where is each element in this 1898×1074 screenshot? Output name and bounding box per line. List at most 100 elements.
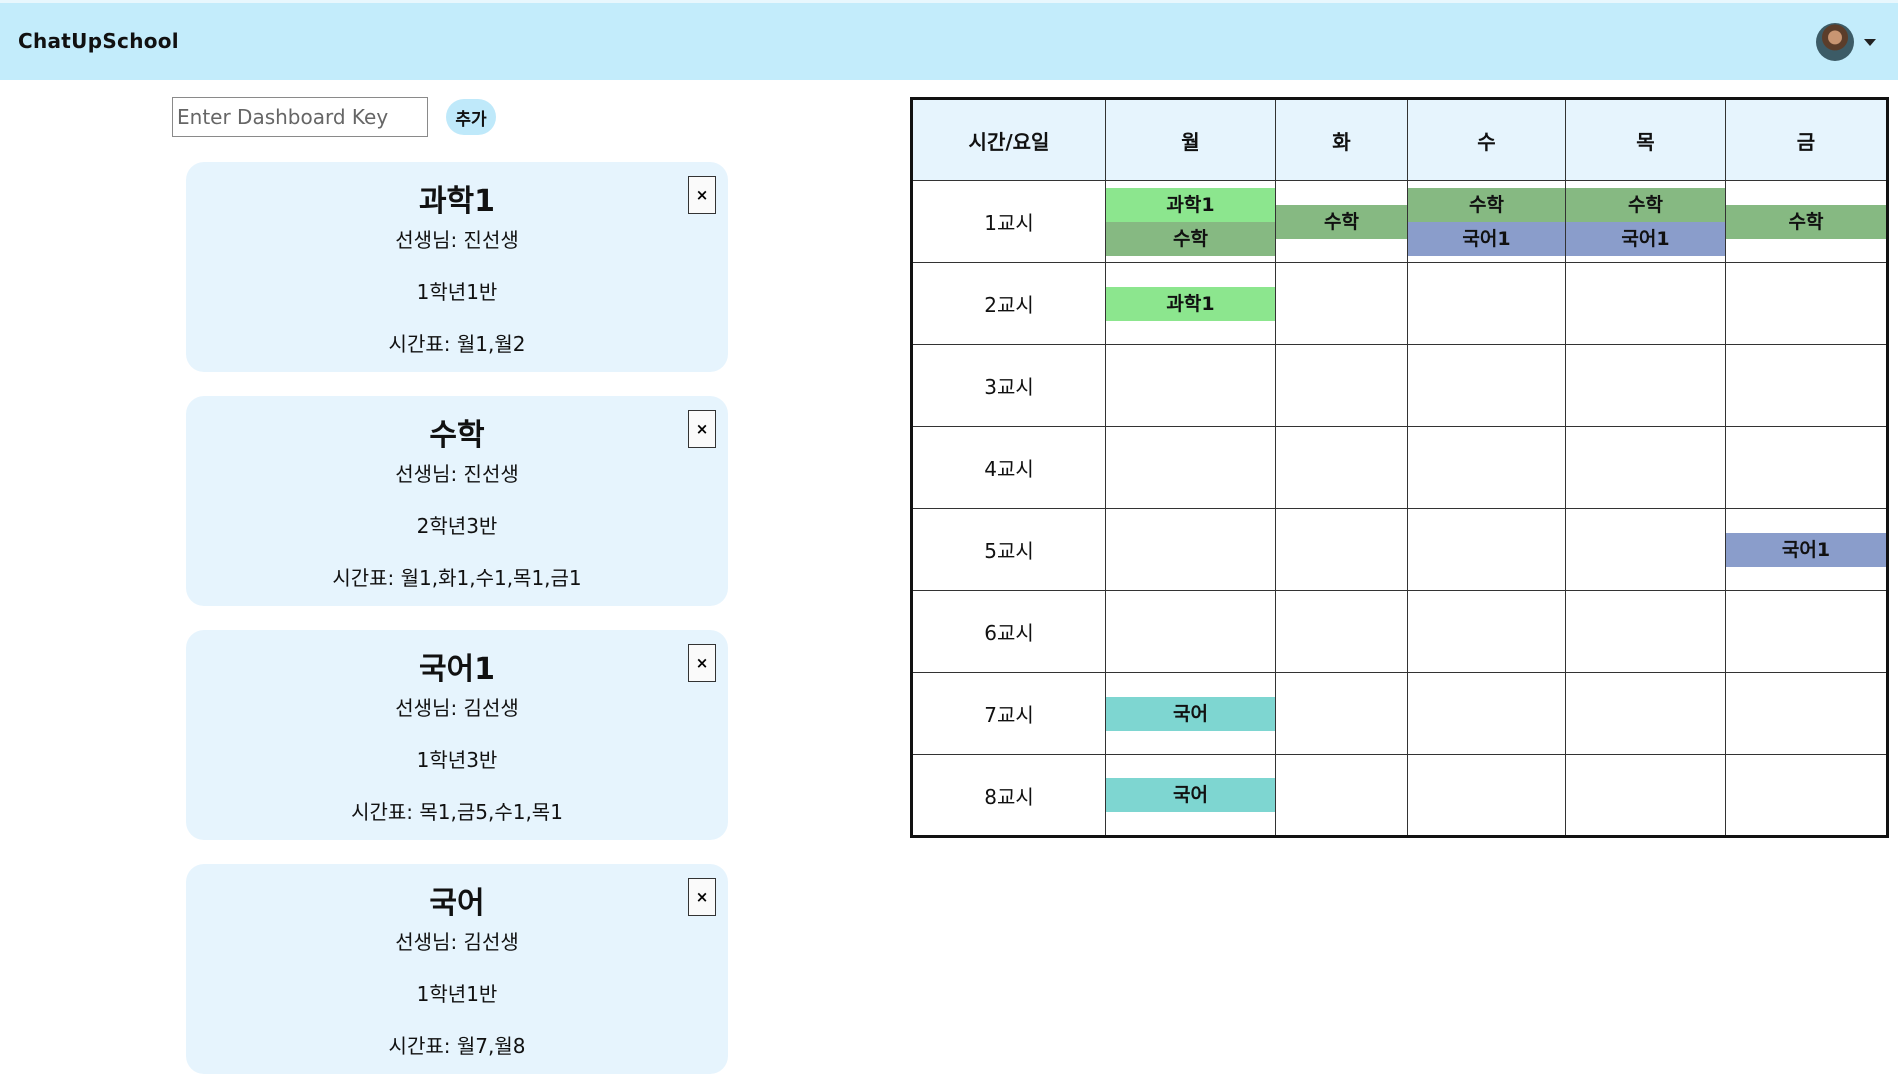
- timetable-cell[interactable]: [1105, 426, 1276, 509]
- course-schedule: 시간표: 월1,화1,수1,목1,금1: [332, 566, 582, 590]
- timetable-cell[interactable]: 국어: [1105, 672, 1276, 755]
- timetable-cell[interactable]: [1565, 344, 1726, 427]
- timetable-row: 3교시: [911, 344, 1888, 427]
- period-label: 8교시: [911, 754, 1106, 837]
- course-title: 국어: [429, 886, 485, 921]
- timetable-cell[interactable]: [1565, 754, 1726, 837]
- timetable-slot[interactable]: 수학: [1726, 204, 1886, 239]
- remove-course-button[interactable]: ×: [688, 176, 716, 214]
- timetable-cell[interactable]: [1725, 426, 1888, 509]
- timetable-cell[interactable]: [1565, 590, 1726, 673]
- timetable-corner-header: 시간/요일: [911, 98, 1106, 181]
- timetable-cell[interactable]: [1275, 426, 1408, 509]
- timetable-cell[interactable]: [1407, 508, 1566, 591]
- brand-logo[interactable]: ChatUpSchool: [18, 29, 179, 53]
- timetable-cell[interactable]: [1275, 672, 1408, 755]
- timetable-cell[interactable]: [1407, 262, 1566, 345]
- timetable-row: 5교시 국어1: [911, 508, 1888, 591]
- timetable-cell[interactable]: [1565, 426, 1726, 509]
- timetable-cell[interactable]: [1275, 754, 1408, 837]
- timetable-slot[interactable]: 국어1: [1408, 221, 1565, 256]
- timetable-cell[interactable]: [1725, 262, 1888, 345]
- course-schedule: 시간표: 월7,월8: [388, 1034, 526, 1058]
- course-teacher: 선생님: 김선생: [395, 930, 519, 954]
- timetable-slot[interactable]: 국어: [1106, 778, 1275, 812]
- day-header: 수: [1407, 98, 1566, 181]
- timetable-cell[interactable]: 수학 국어1: [1565, 180, 1726, 263]
- add-button[interactable]: 추가: [446, 99, 496, 135]
- timetable-slot[interactable]: 과학1: [1106, 187, 1275, 222]
- timetable-cell[interactable]: [1105, 344, 1276, 427]
- remove-course-button[interactable]: ×: [688, 410, 716, 448]
- timetable-slot[interactable]: 국어: [1106, 696, 1275, 731]
- timetable-header-row: 시간/요일 월 화 수 목 금: [911, 98, 1888, 181]
- timetable-cell[interactable]: [1105, 508, 1276, 591]
- course-card: 국어1 × 선생님: 김선생 1학년3반 시간표: 목1,금5,수1,목1: [186, 630, 728, 840]
- period-label: 6교시: [911, 590, 1106, 673]
- timetable-slot[interactable]: 과학1: [1106, 286, 1275, 321]
- chevron-down-icon[interactable]: [1864, 38, 1876, 46]
- timetable-slot[interactable]: 수학: [1106, 221, 1275, 256]
- timetable-cell[interactable]: [1407, 344, 1566, 427]
- course-title: 과학1: [418, 184, 496, 219]
- period-label: 7교시: [911, 672, 1106, 755]
- user-menu-toggle[interactable]: [1816, 23, 1876, 61]
- timetable-cell[interactable]: [1565, 672, 1726, 755]
- dashboard-key-input[interactable]: [172, 97, 428, 137]
- timetable-cell[interactable]: 과학1 수학: [1105, 180, 1276, 263]
- course-title: 국어1: [418, 652, 496, 687]
- timetable-row: 8교시 국어: [911, 754, 1888, 837]
- timetable-cell[interactable]: [1725, 590, 1888, 673]
- course-class: 2학년3반: [416, 514, 498, 538]
- timetable-row: 6교시: [911, 590, 1888, 673]
- timetable-cell[interactable]: [1407, 426, 1566, 509]
- timetable-cell[interactable]: [1275, 590, 1408, 673]
- timetable-cell[interactable]: 국어1: [1725, 508, 1888, 591]
- timetable-slot[interactable]: 수학: [1566, 187, 1725, 222]
- remove-course-button[interactable]: ×: [688, 644, 716, 682]
- timetable-cell[interactable]: [1407, 672, 1566, 755]
- period-label: 1교시: [911, 180, 1106, 263]
- day-header: 월: [1105, 98, 1276, 181]
- course-schedule: 시간표: 목1,금5,수1,목1: [351, 800, 563, 824]
- timetable-cell[interactable]: [1725, 344, 1888, 427]
- timetable-cell[interactable]: 국어: [1105, 754, 1276, 837]
- user-avatar[interactable]: [1816, 23, 1854, 61]
- day-header: 화: [1275, 98, 1408, 181]
- course-class: 1학년1반: [416, 280, 498, 304]
- timetable-cell[interactable]: [1275, 262, 1408, 345]
- course-teacher: 선생님: 진선생: [395, 462, 519, 486]
- top-navbar: ChatUpSchool: [0, 0, 1898, 80]
- timetable-cell[interactable]: [1105, 590, 1276, 673]
- timetable-slot[interactable]: 수학: [1276, 204, 1407, 239]
- timetable-slot[interactable]: 국어1: [1726, 532, 1886, 567]
- course-teacher: 선생님: 김선생: [395, 696, 519, 720]
- timetable-cell[interactable]: [1407, 754, 1566, 837]
- timetable-cell[interactable]: 수학: [1275, 180, 1408, 263]
- course-schedule: 시간표: 월1,월2: [388, 332, 526, 356]
- timetable-cell[interactable]: [1565, 508, 1726, 591]
- timetable-row: 7교시 국어: [911, 672, 1888, 755]
- timetable-cell[interactable]: [1275, 508, 1408, 591]
- timetable-cell[interactable]: [1725, 754, 1888, 837]
- timetable-cell[interactable]: 수학 국어1: [1407, 180, 1566, 263]
- remove-course-button[interactable]: ×: [688, 878, 716, 916]
- timetable-cell[interactable]: 과학1: [1105, 262, 1276, 345]
- timetable-row: 2교시 과학1: [911, 262, 1888, 345]
- timetable-cell[interactable]: [1275, 344, 1408, 427]
- timetable-cell[interactable]: [1407, 590, 1566, 673]
- period-label: 5교시: [911, 508, 1106, 591]
- timetable-row: 4교시: [911, 426, 1888, 509]
- period-label: 4교시: [911, 426, 1106, 509]
- course-title: 수학: [429, 418, 485, 453]
- timetable-slot[interactable]: 국어1: [1566, 221, 1725, 256]
- course-class: 1학년3반: [416, 748, 498, 772]
- timetable-cell[interactable]: 수학: [1725, 180, 1888, 263]
- timetable-slot[interactable]: 수학: [1408, 187, 1565, 222]
- timetable-cell[interactable]: [1725, 672, 1888, 755]
- course-card: 수학 × 선생님: 진선생 2학년3반 시간표: 월1,화1,수1,목1,금1: [186, 396, 728, 606]
- course-teacher: 선생님: 진선생: [395, 228, 519, 252]
- course-class: 1학년1반: [416, 982, 498, 1006]
- timetable-cell[interactable]: [1565, 262, 1726, 345]
- timetable: 시간/요일 월 화 수 목 금 1교시 과학1 수학 수학 수학 국어1 수학 국어1 수학 2교…: [910, 97, 1889, 838]
